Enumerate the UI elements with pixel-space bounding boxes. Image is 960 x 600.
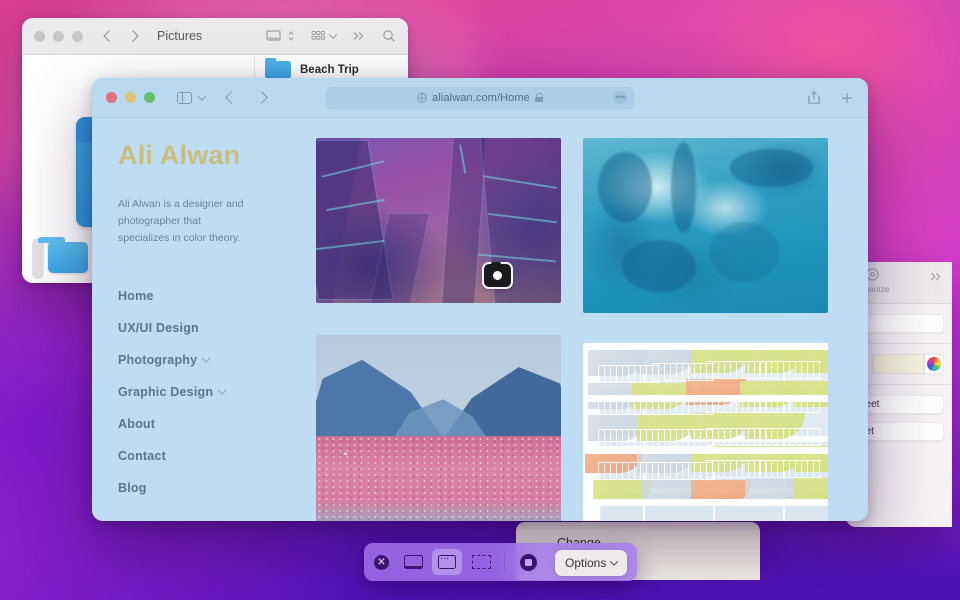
finder-toolbar[interactable] (266, 29, 396, 43)
photo-neon-architecture[interactable] (316, 138, 561, 303)
camera-lens (493, 271, 502, 280)
share-icon[interactable] (807, 90, 821, 105)
url-text: alialwan.com/Home (432, 91, 530, 104)
color-swatch[interactable] (872, 354, 924, 374)
photo-mountain-pink-field[interactable] (316, 335, 561, 521)
nav-label: Home (118, 289, 154, 303)
nav-item-about[interactable]: About (118, 408, 316, 440)
chevron-down-icon[interactable] (328, 30, 338, 39)
minimize-button[interactable] (125, 92, 136, 103)
safari-titlebar-left[interactable] (106, 91, 268, 104)
group-by-icon[interactable] (311, 30, 326, 43)
camera-icon (484, 261, 511, 287)
plus-icon[interactable] (840, 91, 854, 105)
selection-icon (471, 555, 491, 569)
ellipsis-icon[interactable]: ••• (614, 91, 627, 104)
folder-icon (265, 58, 291, 79)
sidebar-toggle-button[interactable] (177, 91, 207, 104)
chevron-down-icon[interactable] (217, 386, 227, 395)
forward-icon[interactable] (255, 91, 268, 104)
view-display-icon[interactable] (266, 29, 283, 43)
nav-label: Blog (118, 481, 147, 495)
double-chevron-right-icon[interactable] (930, 269, 943, 287)
chevron-down-icon[interactable] (197, 91, 207, 101)
lock-icon (534, 93, 544, 102)
webpage-content: Ali Alwan Ali Alwan is a designer and ph… (92, 118, 868, 521)
photo-gallery (316, 118, 868, 521)
record-screen-button[interactable] (513, 549, 543, 575)
safari-titlebar-right[interactable] (807, 90, 854, 105)
finder-title: Pictures (157, 29, 203, 43)
safari-nav-buttons[interactable] (225, 91, 268, 104)
photo-white-balconies[interactable] (583, 343, 828, 521)
safari-window[interactable]: alialwan.com/Home ••• Ali Alwan Ali Alwa… (92, 78, 868, 521)
options-label: Options (565, 556, 607, 570)
screen-icon (403, 555, 423, 569)
nav-item-graphic-design[interactable]: Graphic Design (118, 376, 316, 408)
chevron-down-icon[interactable] (202, 354, 211, 363)
forward-icon[interactable] (127, 30, 139, 42)
nav-item-home[interactable]: Home (118, 280, 316, 312)
finder-nav-arrows[interactable] (103, 30, 139, 42)
back-icon[interactable] (225, 91, 238, 104)
nav-item-uxui-design[interactable]: UX/UI Design (118, 312, 316, 344)
capture-entire-screen-button[interactable] (398, 549, 428, 575)
nav-label: UX/UI Design (118, 321, 199, 335)
site-title: Ali Alwan (118, 140, 241, 170)
record-icon (519, 553, 537, 571)
safari-traffic-lights[interactable] (106, 92, 155, 103)
close-button[interactable] (34, 30, 45, 42)
folder-icon[interactable] (48, 237, 88, 273)
capture-selected-portion-button[interactable] (466, 549, 496, 575)
options-button[interactable]: Options (555, 550, 628, 576)
toolbar-divider (504, 553, 505, 571)
stepper-icon[interactable] (287, 29, 295, 43)
close-x-icon[interactable]: ✕ (374, 554, 389, 570)
finder-titlebar[interactable]: Pictures (22, 18, 408, 55)
site-bio: Ali Alwan is a designer and photographer… (118, 198, 244, 244)
list-item-label: Beach Trip (300, 64, 359, 76)
back-icon[interactable] (103, 30, 115, 42)
photo-teal-water-reflection[interactable] (583, 138, 828, 313)
folder-icon-selected[interactable] (32, 238, 44, 279)
address-bar[interactable]: alialwan.com/Home ••• (326, 86, 634, 109)
close-button[interactable] (106, 92, 117, 103)
more-chevrons-icon[interactable] (352, 30, 366, 42)
zoom-button[interactable] (72, 30, 83, 42)
site-nav[interactable]: Home UX/UI Design Photography Graphic De… (118, 280, 316, 504)
sidebar-toggle-icon (177, 91, 192, 104)
screenshot-toolbar[interactable]: ✕ Options (364, 543, 638, 581)
safari-titlebar[interactable]: alialwan.com/Home ••• (92, 78, 868, 118)
globe-icon (417, 92, 428, 103)
search-icon[interactable] (382, 29, 396, 43)
nav-item-contact[interactable]: Contact (118, 440, 316, 472)
color-wheel-icon[interactable] (924, 354, 944, 374)
chevron-down-icon (610, 557, 619, 566)
capture-selected-window-button[interactable] (432, 549, 462, 575)
zoom-button[interactable] (144, 92, 155, 103)
nav-item-photography[interactable]: Photography (118, 344, 316, 376)
nav-label: Photography (118, 353, 198, 367)
site-sidebar: Ali Alwan Ali Alwan is a designer and ph… (92, 118, 316, 521)
window-icon (438, 555, 456, 569)
nav-label: About (118, 417, 156, 431)
nav-label: Contact (118, 449, 166, 463)
minimize-button[interactable] (53, 30, 64, 42)
finder-traffic-lights[interactable] (34, 30, 83, 42)
nav-label: Graphic Design (118, 385, 214, 399)
nav-item-blog[interactable]: Blog (118, 472, 316, 504)
